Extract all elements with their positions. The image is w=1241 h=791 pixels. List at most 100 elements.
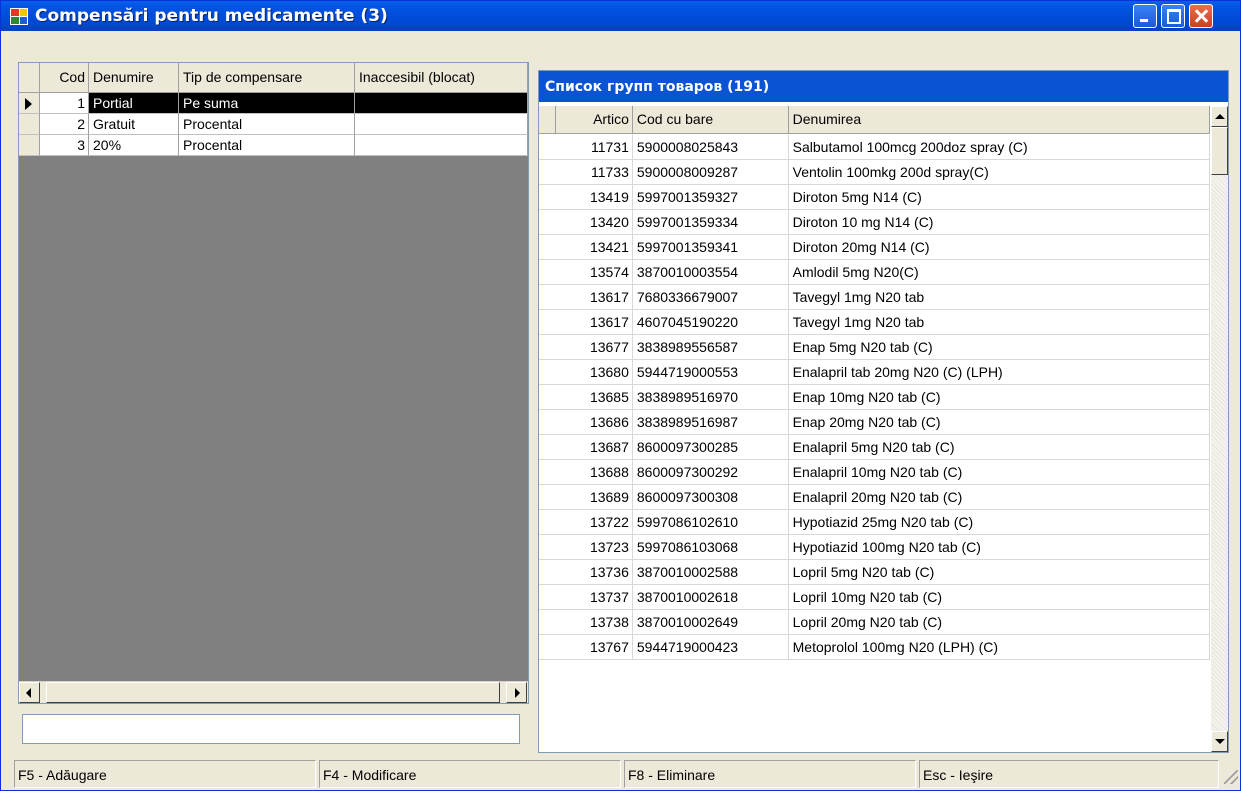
cell-articol[interactable]: 13723: [555, 535, 633, 560]
cell-inaccesibil[interactable]: [355, 114, 528, 135]
cell-articol[interactable]: 11731: [555, 135, 633, 160]
cell-cod-bare[interactable]: 3870010002649: [632, 610, 789, 635]
cell-cod-bare[interactable]: 8600097300308: [632, 485, 789, 510]
row-selector[interactable]: [19, 114, 40, 135]
resize-grip-icon[interactable]: [1224, 770, 1238, 784]
column-header-inaccesibil[interactable]: Inaccesibil (blocat): [355, 63, 528, 93]
table-row[interactable]: 13419 5997001359327 Diroton 5mg N14 (C): [539, 185, 1210, 210]
cell-articol[interactable]: 13688: [555, 460, 633, 485]
table-row[interactable]: 13617 7680336679007 Tavegyl 1mg N20 tab: [539, 285, 1210, 310]
cell-cod-bare[interactable]: 5997001359341: [632, 235, 789, 260]
cell-denumire[interactable]: 20%: [89, 135, 179, 156]
cell-articol[interactable]: 13689: [555, 485, 633, 510]
row-selector[interactable]: [539, 210, 556, 235]
cell-articol[interactable]: 13420: [555, 210, 633, 235]
cell-cod-bare[interactable]: 3838989516987: [632, 410, 789, 435]
scroll-thumb[interactable]: [1211, 127, 1228, 175]
table-row[interactable]: 13737 3870010002618 Lopril 10mg N20 tab (C…: [539, 585, 1210, 610]
cell-denumirea[interactable]: Hypotiazid 100mg N20 tab (C): [788, 535, 1210, 560]
table-row[interactable]: 13420 5997001359334 Diroton 10 mg N14 (C): [539, 210, 1210, 235]
cell-cod-bare[interactable]: 7680336679007: [632, 285, 789, 310]
column-header-articol[interactable]: Artico: [555, 106, 633, 134]
horizontal-scrollbar[interactable]: [19, 681, 528, 703]
row-selector[interactable]: [539, 185, 556, 210]
cell-articol[interactable]: 13686: [555, 410, 633, 435]
cell-cod-bare[interactable]: 5997001359334: [632, 210, 789, 235]
row-selector[interactable]: [539, 610, 556, 635]
row-selector[interactable]: [539, 485, 556, 510]
table-row[interactable]: 13421 5997001359341 Diroton 20mg N14 (C): [539, 235, 1210, 260]
close-button[interactable]: [1189, 4, 1213, 28]
cell-articol[interactable]: 13738: [555, 610, 633, 635]
cell-cod[interactable]: 3: [40, 135, 89, 156]
cell-denumirea[interactable]: Ventolin 100mkg 200d spray(C): [788, 160, 1210, 185]
cell-tip[interactable]: Procental: [179, 114, 355, 135]
cell-cod-bare[interactable]: 3870010003554: [632, 260, 789, 285]
cell-articol[interactable]: 13737: [555, 585, 633, 610]
table-row[interactable]: 13723 5997086103068 Hypotiazid 100mg N20 t…: [539, 535, 1210, 560]
cell-cod-bare[interactable]: 5944719000423: [632, 635, 789, 660]
column-header-tip[interactable]: Tip de compensare: [179, 63, 355, 93]
status-f8-delete[interactable]: F8 - Eliminare: [624, 760, 916, 788]
cell-cod-bare[interactable]: 4607045190220: [632, 310, 789, 335]
table-row[interactable]: 13686 3838989516987 Enap 20mg N20 tab (C): [539, 410, 1210, 435]
table-row[interactable]: 11733 5900008009287 Ventolin 100mkg 200d s…: [539, 160, 1210, 185]
compensations-grid[interactable]: Cod Denumire Tip de compensare Inaccesib…: [18, 62, 529, 704]
cell-denumire[interactable]: Portial: [89, 93, 179, 114]
cell-cod-bare[interactable]: 8600097300285: [632, 435, 789, 460]
row-selector[interactable]: [539, 460, 556, 485]
cell-articol[interactable]: 13677: [555, 335, 633, 360]
row-selector[interactable]: [539, 510, 556, 535]
scroll-right-button[interactable]: [506, 682, 527, 703]
cell-cod-bare[interactable]: 3838989516970: [632, 385, 789, 410]
cell-cod-bare[interactable]: 5997086103068: [632, 535, 789, 560]
cell-denumirea[interactable]: Diroton 10 mg N14 (C): [788, 210, 1210, 235]
status-f5-add[interactable]: F5 - Adăugare: [14, 760, 316, 788]
minimize-button[interactable]: [1133, 4, 1157, 28]
cell-denumirea[interactable]: Enalapril 20mg N20 tab (C): [788, 485, 1210, 510]
cell-denumirea[interactable]: Lopril 20mg N20 tab (C): [788, 610, 1210, 635]
cell-articol[interactable]: 13617: [555, 310, 633, 335]
cell-articol[interactable]: 13687: [555, 435, 633, 460]
cell-denumirea[interactable]: Lopril 10mg N20 tab (C): [788, 585, 1210, 610]
cell-denumirea[interactable]: Tavegyl 1mg N20 tab: [788, 285, 1210, 310]
table-row[interactable]: 13617 4607045190220 Tavegyl 1mg N20 tab: [539, 310, 1210, 335]
scroll-left-button[interactable]: [19, 682, 40, 703]
cell-cod-bare[interactable]: 5997001359327: [632, 185, 789, 210]
cell-denumirea[interactable]: Enalapril 10mg N20 tab (C): [788, 460, 1210, 485]
row-selector[interactable]: [539, 535, 556, 560]
cell-tip[interactable]: Pe suma: [179, 93, 355, 114]
row-selector[interactable]: [539, 260, 556, 285]
column-header-denumirea[interactable]: Denumirea: [788, 106, 1210, 134]
cell-articol[interactable]: 13680: [555, 360, 633, 385]
cell-articol[interactable]: 13767: [555, 635, 633, 660]
cell-cod-bare[interactable]: 3838989556587: [632, 335, 789, 360]
row-selector[interactable]: [539, 235, 556, 260]
cell-denumirea[interactable]: Diroton 5mg N14 (C): [788, 185, 1210, 210]
row-selector[interactable]: [539, 335, 556, 360]
table-row[interactable]: 1 Portial Pe suma: [19, 93, 528, 114]
table-row[interactable]: 13680 5944719000553 Enalapril tab 20mg N20…: [539, 360, 1210, 385]
cell-cod-bare[interactable]: 5944719000553: [632, 360, 789, 385]
scroll-down-button[interactable]: [1211, 731, 1228, 752]
title-bar[interactable]: Compensări pentru medicamente (3): [1, 1, 1240, 31]
vertical-scrollbar[interactable]: [1211, 106, 1228, 752]
status-f4-modify[interactable]: F4 - Modificare: [319, 760, 621, 788]
table-row[interactable]: 13736 3870010002588 Lopril 5mg N20 tab (C): [539, 560, 1210, 585]
table-row[interactable]: 13722 5997086102610 Hypotiazid 25mg N20 ta…: [539, 510, 1210, 535]
cell-denumirea[interactable]: Salbutamol 100mcg 200doz spray (C): [788, 135, 1210, 160]
table-row[interactable]: 13738 3870010002649 Lopril 20mg N20 tab (C…: [539, 610, 1210, 635]
column-header-cod-bare[interactable]: Cod cu bare: [632, 106, 789, 134]
cell-articol[interactable]: 13617: [555, 285, 633, 310]
cell-cod[interactable]: 2: [40, 114, 89, 135]
cell-denumirea[interactable]: Metoprolol 100mg N20 (LPH) (C): [788, 635, 1210, 660]
cell-inaccesibil[interactable]: [355, 135, 528, 156]
cell-cod[interactable]: 1: [40, 93, 89, 114]
table-row[interactable]: 13677 3838989556587 Enap 5mg N20 tab (C): [539, 335, 1210, 360]
row-selector[interactable]: [539, 160, 556, 185]
cell-denumirea[interactable]: Enap 5mg N20 tab (C): [788, 335, 1210, 360]
status-esc-exit[interactable]: Esc - Ieşire: [919, 760, 1219, 788]
row-selector[interactable]: [539, 585, 556, 610]
row-selector[interactable]: [539, 635, 556, 660]
table-row[interactable]: 13687 8600097300285 Enalapril 5mg N20 tab …: [539, 435, 1210, 460]
